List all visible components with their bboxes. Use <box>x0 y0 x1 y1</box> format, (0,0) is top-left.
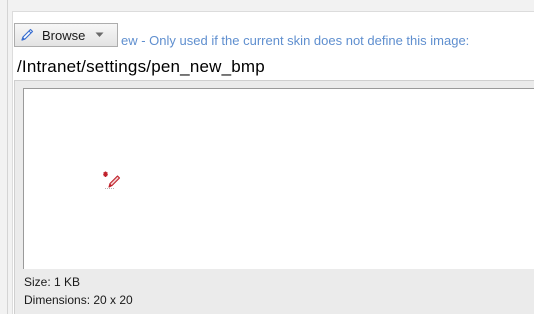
image-hint-text: ew - Only used if the current skin does … <box>121 33 470 48</box>
image-preview-area <box>23 88 534 269</box>
chevron-down-icon[interactable] <box>94 30 104 40</box>
image-size-text: Size: 1 KB <box>24 275 81 289</box>
left-divider <box>7 0 8 314</box>
pen-icon <box>18 26 36 44</box>
browse-button-label: Browse <box>42 27 86 43</box>
browse-button[interactable]: Browse <box>14 23 118 47</box>
image-dimensions-text: Dimensions: 20 x 20 <box>24 293 133 307</box>
pen-new-icon <box>103 170 123 190</box>
image-path: /Intranet/settings/pen_new_bmp <box>17 57 265 76</box>
image-settings-page: Browse ew - Only used if the current ski… <box>0 0 534 314</box>
